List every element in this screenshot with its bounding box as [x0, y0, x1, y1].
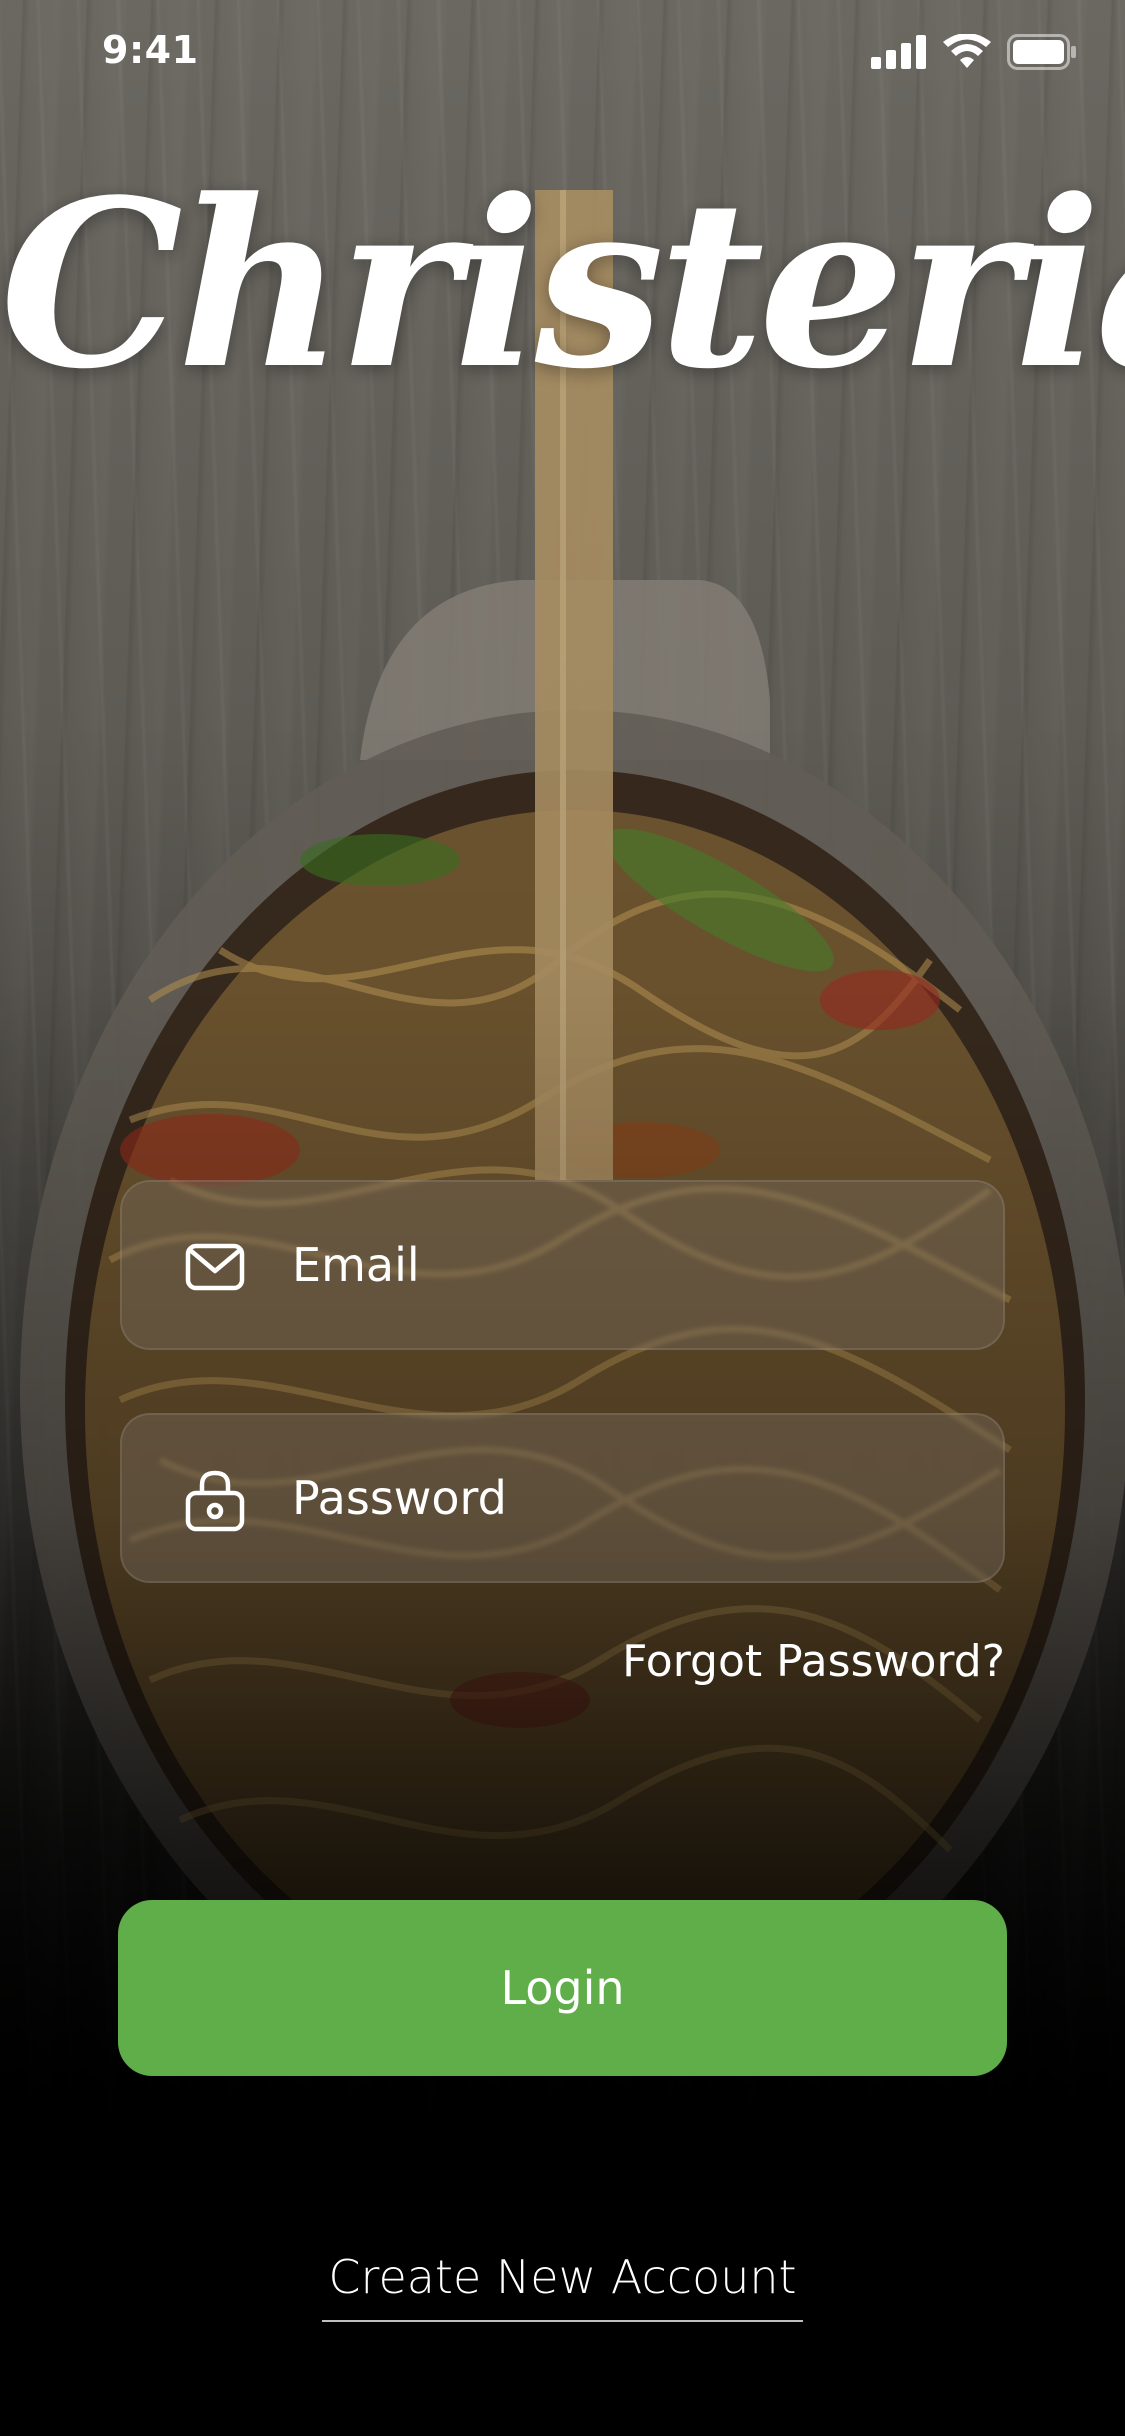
login-screen: 9:41 Christeria Email Forgot Password? L…	[0, 0, 1125, 2436]
email-input[interactable]	[292, 1182, 972, 1348]
status-time: 9:41	[102, 28, 199, 72]
forgot-password-link[interactable]: Forgot Password?	[622, 1636, 1005, 1687]
cellular-signal-icon	[871, 35, 926, 69]
mail-icon	[185, 1243, 245, 1291]
lock-icon	[185, 1470, 245, 1532]
email-field[interactable]	[120, 1180, 1005, 1350]
battery-icon	[1007, 34, 1076, 70]
status-icons	[871, 34, 1077, 70]
status-bar: 9:41	[0, 0, 1125, 110]
password-field[interactable]	[120, 1413, 1005, 1583]
wifi-icon	[943, 34, 991, 68]
create-account-link[interactable]: Create New Account	[322, 2250, 803, 2322]
password-input[interactable]	[292, 1415, 972, 1581]
app-logo: Christeria	[0, 150, 1125, 420]
login-button[interactable]: Login	[118, 1900, 1007, 2076]
create-account-container: Create New Account	[0, 2250, 1125, 2322]
